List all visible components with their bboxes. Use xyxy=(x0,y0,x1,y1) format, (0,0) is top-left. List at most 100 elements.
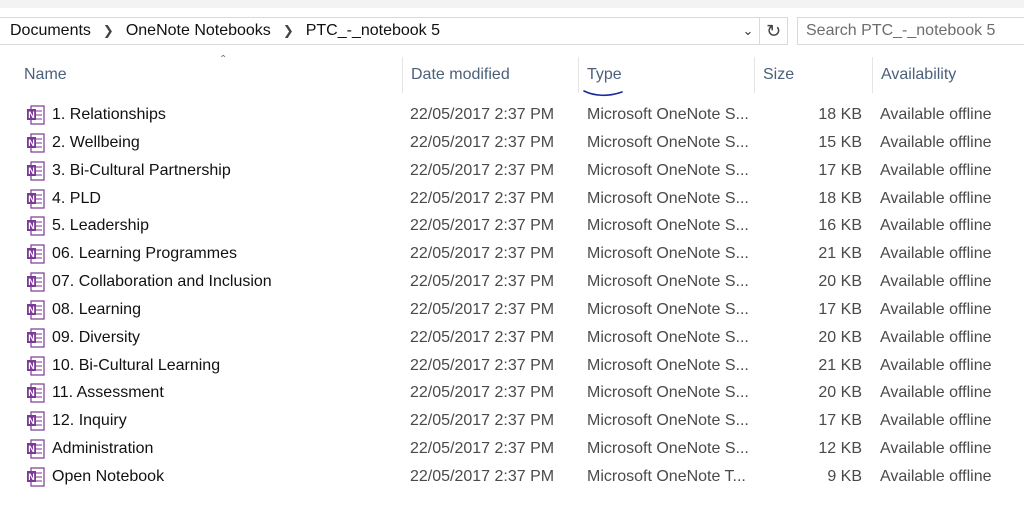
file-availability: Available offline xyxy=(880,328,992,346)
column-header-row: ⌃ Name Date modified Type Size Availabil… xyxy=(0,54,1024,93)
file-size: 16 KB xyxy=(818,217,862,235)
file-name: 11. Assessment xyxy=(52,384,164,402)
breadcrumb-documents[interactable]: Documents xyxy=(10,22,91,40)
file-size: 20 KB xyxy=(818,328,862,346)
chevron-right-icon[interactable]: ❯ xyxy=(283,23,294,39)
column-header-name[interactable]: ⌃ Name xyxy=(16,54,402,93)
file-name: 06. Learning Programmes xyxy=(52,245,237,263)
file-size: 18 KB xyxy=(818,189,862,207)
file-name: 10. Bi-Cultural Learning xyxy=(52,356,221,374)
file-availability: Available offline xyxy=(880,273,992,291)
column-header-date[interactable]: Date modified xyxy=(402,57,578,93)
file-date-modified: 22/05/2017 2:37 PM xyxy=(410,273,555,291)
file-availability: Available offline xyxy=(880,412,992,430)
address-bar[interactable]: Documents ❯ OneNote Notebooks ❯ PTC_-_no… xyxy=(0,17,760,45)
file-row[interactable]: N 12. Inquiry 22/05/2017 2:37 PM Microso… xyxy=(0,407,1024,435)
file-type: Microsoft OneNote S... xyxy=(587,217,749,235)
onenote-section-icon: N xyxy=(27,383,45,404)
file-date-modified: 22/05/2017 2:37 PM xyxy=(410,300,555,318)
chevron-down-icon[interactable]: ⌄ xyxy=(737,23,759,39)
svg-text:N: N xyxy=(28,110,35,120)
column-header-date-label: Date modified xyxy=(411,66,510,83)
column-header-availability-label: Availability xyxy=(881,66,957,83)
file-name: Administration xyxy=(52,440,154,458)
file-availability: Available offline xyxy=(880,106,992,123)
file-size: 17 KB xyxy=(818,412,862,430)
svg-text:N: N xyxy=(28,416,35,426)
file-availability: Available offline xyxy=(880,356,992,374)
column-header-size[interactable]: Size xyxy=(754,57,872,93)
onenote-section-icon: N xyxy=(27,300,45,320)
onenote-section-icon: N xyxy=(27,105,45,125)
file-size: 21 KB xyxy=(818,245,862,263)
onenote-section-icon: N xyxy=(27,355,45,376)
file-name: 12. Inquiry xyxy=(52,412,127,430)
file-date-modified: 22/05/2017 2:37 PM xyxy=(410,189,555,207)
file-type: Microsoft OneNote S... xyxy=(587,106,749,123)
refresh-button[interactable]: ↻ xyxy=(760,17,788,45)
onenote-section-icon: N xyxy=(27,328,45,348)
file-date-modified: 22/05/2017 2:37 PM xyxy=(410,245,555,263)
file-size: 9 KB xyxy=(827,467,862,485)
file-type: Microsoft OneNote S... xyxy=(587,133,749,151)
window-top-band xyxy=(0,0,1024,8)
refresh-icon: ↻ xyxy=(765,20,782,41)
file-size: 20 KB xyxy=(818,273,862,291)
onenote-section-icon: N xyxy=(27,216,45,236)
file-row[interactable]: N 08. Learning 22/05/2017 2:37 PM Micros… xyxy=(0,296,1024,324)
onenote-section-icon: N xyxy=(27,272,45,292)
file-date-modified: 22/05/2017 2:37 PM xyxy=(410,384,555,402)
file-size: 20 KB xyxy=(818,384,862,402)
onenote-section-icon: N xyxy=(27,188,45,209)
file-availability: Available offline xyxy=(880,300,992,318)
file-size: 17 KB xyxy=(818,300,862,318)
file-size: 21 KB xyxy=(818,356,862,374)
file-size: 15 KB xyxy=(818,133,862,151)
file-row[interactable]: N 11. Assessment 22/05/2017 2:37 PM Micr… xyxy=(0,379,1024,407)
svg-text:N: N xyxy=(28,277,35,287)
file-row[interactable]: N 10. Bi-Cultural Learning 22/05/2017 2:… xyxy=(0,352,1024,380)
file-type: Microsoft OneNote S... xyxy=(587,412,749,430)
onenote-section-icon: N xyxy=(27,244,45,264)
file-type: Microsoft OneNote S... xyxy=(587,300,749,318)
chevron-right-icon[interactable]: ❯ xyxy=(103,23,114,39)
file-size: 17 KB xyxy=(818,161,862,179)
file-type: Microsoft OneNote S... xyxy=(587,245,749,263)
file-date-modified: 22/05/2017 2:37 PM xyxy=(410,356,555,374)
file-name: 07. Collaboration and Inclusion xyxy=(52,273,272,291)
file-row[interactable]: N 3. Bi-Cultural Partnership 22/05/2017 … xyxy=(0,157,1024,185)
file-date-modified: 22/05/2017 2:37 PM xyxy=(410,328,555,346)
column-header-availability[interactable]: Availability xyxy=(872,57,1024,93)
breadcrumb-onenote-notebooks[interactable]: OneNote Notebooks xyxy=(126,22,271,40)
file-row[interactable]: N 07. Collaboration and Inclusion 22/05/… xyxy=(0,268,1024,296)
file-name: 2. Wellbeing xyxy=(52,133,140,151)
svg-text:N: N xyxy=(28,333,35,343)
column-header-type-label: Type xyxy=(587,66,622,83)
svg-text:N: N xyxy=(28,388,35,398)
svg-text:N: N xyxy=(28,166,35,176)
file-name: 1. Relationships xyxy=(52,106,166,123)
file-row[interactable]: N 06. Learning Programmes 22/05/2017 2:3… xyxy=(0,240,1024,268)
file-date-modified: 22/05/2017 2:37 PM xyxy=(410,412,555,430)
column-header-size-label: Size xyxy=(763,66,795,83)
onenote-section-icon: N xyxy=(27,467,45,487)
file-row[interactable]: N 09. Diversity 22/05/2017 2:37 PM Micro… xyxy=(0,324,1024,352)
file-row[interactable]: N 1. Relationships 22/05/2017 2:37 PM Mi… xyxy=(0,101,1024,129)
file-row[interactable]: N 5. Leadership 22/05/2017 2:37 PM Micro… xyxy=(0,212,1024,240)
file-availability: Available offline xyxy=(880,133,992,151)
search-input[interactable]: Search PTC_-_notebook 5 xyxy=(797,17,1024,45)
file-row[interactable]: N Administration 22/05/2017 2:37 PM Micr… xyxy=(0,435,1024,463)
file-row[interactable]: N Open Notebook 22/05/2017 2:37 PM Micro… xyxy=(0,463,1024,491)
file-name: 09. Diversity xyxy=(52,328,141,346)
svg-text:N: N xyxy=(28,138,35,148)
breadcrumb-current-folder[interactable]: PTC_-_notebook 5 xyxy=(306,22,440,40)
file-row[interactable]: N 2. Wellbeing 22/05/2017 2:37 PM Micros… xyxy=(0,129,1024,157)
file-date-modified: 22/05/2017 2:37 PM xyxy=(410,161,555,179)
file-availability: Available offline xyxy=(880,440,992,458)
svg-text:N: N xyxy=(28,221,35,231)
file-row[interactable]: N 4. PLD 22/05/2017 2:37 PM Microsoft On… xyxy=(0,185,1024,213)
svg-text:N: N xyxy=(28,249,35,259)
onenote-section-icon: N xyxy=(27,161,45,181)
file-type: Microsoft OneNote S... xyxy=(587,273,749,291)
file-availability: Available offline xyxy=(880,467,992,485)
